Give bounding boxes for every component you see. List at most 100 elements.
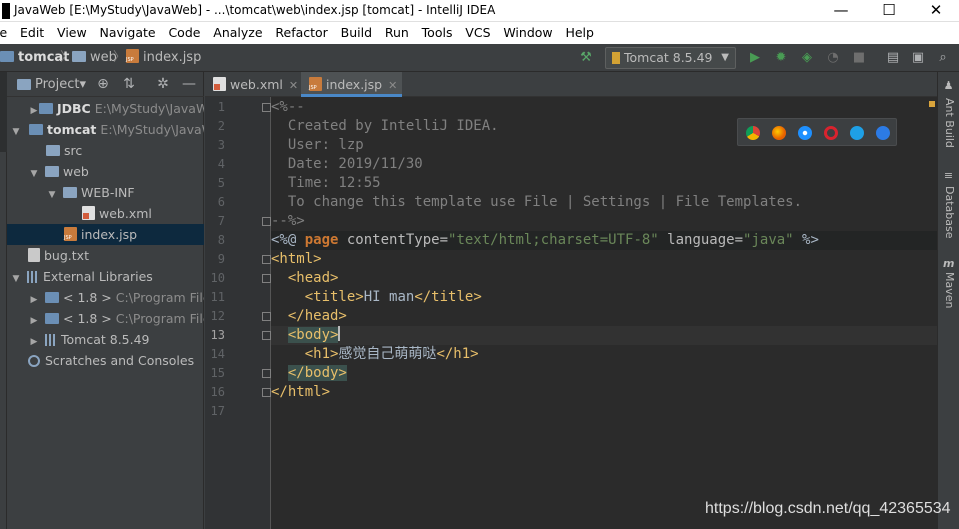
menu-window[interactable]: Window bbox=[503, 22, 552, 43]
menu-analyze[interactable]: Analyze bbox=[213, 22, 262, 43]
jsp-file-icon bbox=[126, 49, 139, 63]
chrome-icon[interactable] bbox=[746, 126, 760, 140]
line-number: 4 bbox=[217, 157, 225, 171]
watermark: https://blog.csdn.net/qq_42365534 bbox=[705, 500, 951, 517]
project-panel: Project▾ ⊕ ⇅ ✲ — ▶JDBCE:\MyStudy\JavaWeb… bbox=[7, 72, 204, 529]
tool-tab-ant-build[interactable]: Ant Build bbox=[938, 98, 959, 148]
line-number: 6 bbox=[217, 195, 225, 209]
menu-refactor[interactable]: Refactor bbox=[275, 22, 327, 43]
code-line-8: <%@ page contentType="text/html;charset=… bbox=[271, 231, 937, 250]
chevron-right-icon: ▶ bbox=[30, 316, 38, 326]
line-number-current: 13 bbox=[210, 328, 225, 342]
tree-item-scratches[interactable]: Scratches and Consoles bbox=[7, 350, 204, 371]
tree-item-jdk-1[interactable]: ▶ < 1.8 > C:\Program File bbox=[7, 287, 204, 308]
fold-marker-icon[interactable] bbox=[262, 369, 271, 378]
run-configuration-select[interactable]: Tomcat 8.5.49 ▼ bbox=[605, 47, 736, 69]
run-icon[interactable]: ▶ bbox=[747, 50, 763, 66]
gear-icon[interactable]: ✲ bbox=[155, 76, 171, 92]
tree-item-external-libraries[interactable]: ▼ External Libraries bbox=[7, 266, 204, 287]
line-number: 2 bbox=[217, 119, 225, 133]
fold-marker-icon[interactable] bbox=[262, 331, 271, 340]
web-folder-icon bbox=[45, 166, 59, 177]
fold-marker-icon[interactable] bbox=[262, 388, 271, 397]
code-line-14: <h1>感觉自己萌萌哒</h1> bbox=[304, 346, 479, 362]
close-tab-icon[interactable]: ✕ bbox=[388, 79, 397, 92]
build-hammer-icon[interactable]: ⚒ bbox=[578, 50, 594, 66]
breadcrumb-index-jsp[interactable]: index.jsp bbox=[126, 44, 201, 72]
line-number: 12 bbox=[210, 309, 225, 323]
menu-view[interactable]: View bbox=[57, 22, 87, 43]
profile-icon[interactable]: ◔ bbox=[825, 50, 841, 66]
chevron-right-icon: ▶ bbox=[30, 106, 38, 116]
breadcrumb-tomcat[interactable]: tomcat bbox=[0, 44, 69, 72]
code-line-10: <head> bbox=[271, 270, 339, 286]
tree-item-tomcat[interactable]: ▼ tomcat E:\MyStudy\JavaW bbox=[7, 119, 204, 140]
tree-item-bug-txt[interactable]: bug.txt bbox=[7, 245, 204, 266]
project-tool-tab[interactable] bbox=[0, 72, 7, 152]
code-line-11: <title>HI man</title> bbox=[304, 289, 482, 305]
menu-vcs[interactable]: VCS bbox=[465, 22, 490, 43]
opera-icon[interactable] bbox=[824, 126, 838, 140]
chevron-down-icon: ▼ bbox=[30, 169, 38, 179]
fold-marker-icon[interactable] bbox=[262, 312, 271, 321]
breadcrumb-web[interactable]: web bbox=[72, 44, 117, 72]
chevron-right-icon: ▶ bbox=[30, 295, 38, 305]
project-view-select[interactable]: Project▾ bbox=[35, 72, 86, 97]
collapse-icon[interactable]: ⇅ bbox=[121, 76, 137, 92]
debug-icon[interactable]: ✹ bbox=[773, 50, 789, 66]
chevron-right-icon: ▶ bbox=[30, 337, 38, 347]
close-button[interactable]: ✕ bbox=[913, 0, 959, 22]
fold-marker-icon[interactable] bbox=[262, 103, 271, 112]
sdk-icon[interactable]: ▣ bbox=[910, 50, 926, 66]
firefox-icon[interactable] bbox=[772, 126, 786, 140]
fold-marker-icon[interactable] bbox=[262, 274, 271, 283]
line-number: 16 bbox=[210, 385, 225, 399]
menu-help[interactable]: Help bbox=[565, 22, 594, 43]
tree-item-src[interactable]: src bbox=[7, 140, 204, 161]
error-stripe-marker[interactable] bbox=[929, 101, 935, 107]
menu-navigate[interactable]: Navigate bbox=[100, 22, 156, 43]
project-structure-icon[interactable]: ▤ bbox=[885, 50, 901, 66]
menu-bar: le Edit View Navigate Code Analyze Refac… bbox=[0, 22, 959, 44]
internet-explorer-icon[interactable] bbox=[850, 126, 864, 140]
tree-item-jdk-2[interactable]: ▶ < 1.8 > C:\Program File bbox=[7, 308, 204, 329]
menu-file[interactable]: le bbox=[0, 22, 7, 43]
folder-icon bbox=[0, 51, 14, 62]
hide-icon[interactable]: — bbox=[181, 76, 197, 92]
menu-tools[interactable]: Tools bbox=[422, 22, 453, 43]
locate-icon[interactable]: ⊕ bbox=[95, 76, 111, 92]
chevron-down-icon: ▼ bbox=[48, 190, 56, 200]
menu-build[interactable]: Build bbox=[341, 22, 372, 43]
tree-item-web-inf[interactable]: ▼ WEB-INF bbox=[7, 182, 204, 203]
window-title-bar: JavaWeb [E:\MyStudy\JavaWeb] - ...\tomca… bbox=[0, 0, 959, 22]
tab-index-jsp[interactable]: index.jsp✕ bbox=[301, 72, 402, 97]
menu-run[interactable]: Run bbox=[385, 22, 409, 43]
menu-code[interactable]: Code bbox=[168, 22, 200, 43]
menu-edit[interactable]: Edit bbox=[20, 22, 44, 43]
tree-item-web[interactable]: ▼ web bbox=[7, 161, 204, 182]
tool-tab-database[interactable]: Database bbox=[938, 186, 959, 239]
coverage-icon[interactable]: ◈ bbox=[799, 50, 815, 66]
minimize-button[interactable]: — bbox=[818, 0, 864, 22]
fold-marker-icon[interactable] bbox=[262, 255, 271, 264]
tree-item-index-jsp[interactable]: index.jsp bbox=[7, 224, 204, 245]
tool-tab-maven[interactable]: Maven bbox=[938, 272, 959, 308]
database-icon: ≡ bbox=[943, 169, 954, 182]
window-title: JavaWeb [E:\MyStudy\JavaWeb] - ...\tomca… bbox=[14, 3, 496, 17]
tab-web-xml[interactable]: web.xml ✕ bbox=[205, 72, 300, 97]
code-editor[interactable]: <%-- Created by IntelliJ IDEA. User: lzp… bbox=[271, 97, 937, 529]
right-tool-stripe: ♟ Ant Build ≡ Database m Maven bbox=[937, 72, 959, 529]
fold-marker-icon[interactable] bbox=[262, 217, 271, 226]
maximize-button[interactable]: ☐ bbox=[866, 0, 912, 22]
browser-preview-bar bbox=[737, 118, 897, 146]
project-panel-header: Project▾ ⊕ ⇅ ✲ — bbox=[7, 72, 204, 97]
edge-icon[interactable] bbox=[876, 126, 890, 140]
tree-item-jdbc[interactable]: ▶JDBCE:\MyStudy\JavaWeb bbox=[7, 98, 204, 119]
stop-icon[interactable]: ■ bbox=[851, 50, 867, 66]
left-tool-stripe bbox=[0, 72, 7, 529]
safari-icon[interactable] bbox=[798, 126, 812, 140]
tree-item-tomcat-lib[interactable]: ▶ Tomcat 8.5.49 bbox=[7, 329, 204, 350]
close-tab-icon[interactable]: ✕ bbox=[289, 79, 298, 92]
search-icon[interactable]: ⌕ bbox=[935, 50, 951, 66]
tree-item-web-xml[interactable]: web.xml bbox=[7, 203, 204, 224]
